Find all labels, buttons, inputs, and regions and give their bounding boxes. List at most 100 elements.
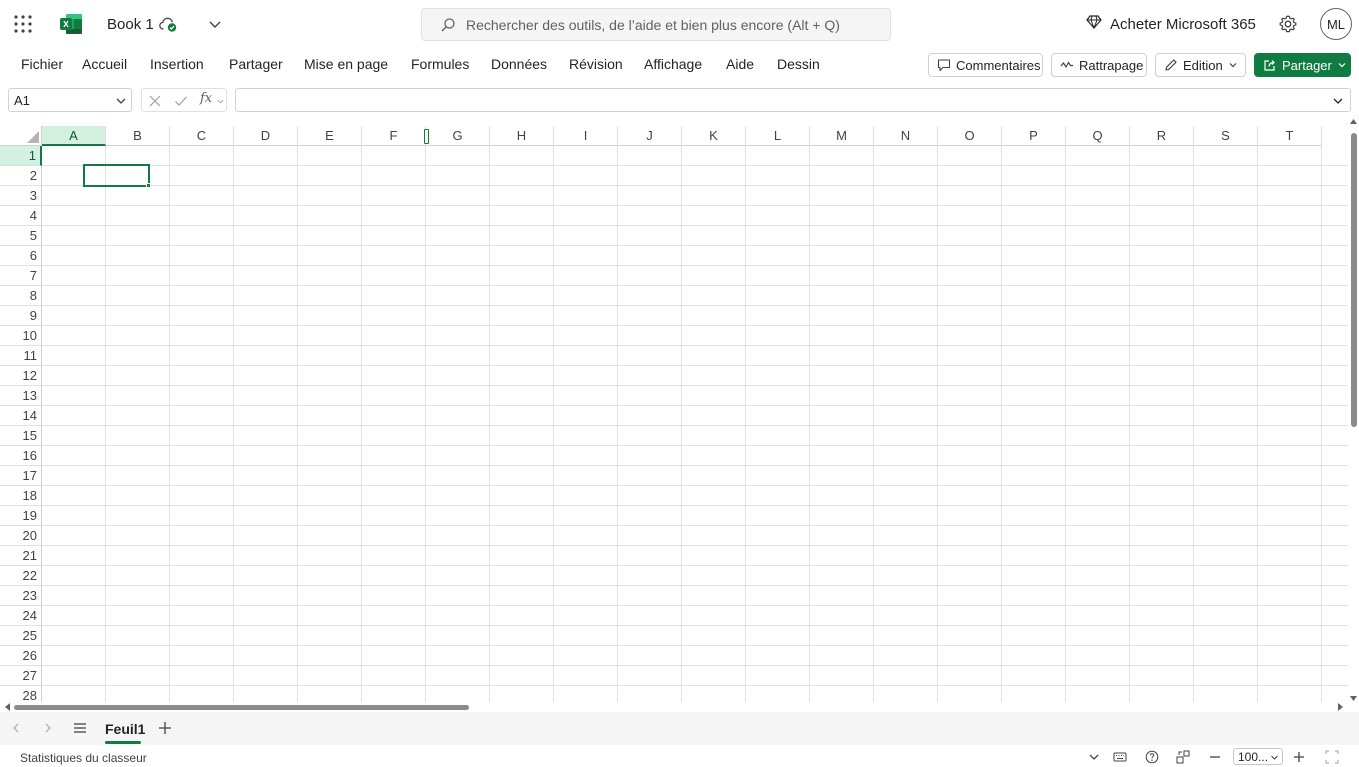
row-header-26[interactable]: 26 [0, 646, 42, 666]
menu-insertion[interactable]: Insertion [150, 56, 204, 72]
column-header-k[interactable]: K [682, 126, 746, 146]
row-header-15[interactable]: 15 [0, 426, 42, 446]
column-header-a[interactable]: A [42, 126, 106, 146]
row-header-23[interactable]: 23 [0, 586, 42, 606]
row-header-9[interactable]: 9 [0, 306, 42, 326]
zoom-in-icon[interactable] [1292, 750, 1306, 764]
comments-button[interactable]: Commentaires [928, 53, 1043, 77]
menu-partager[interactable]: Partager [229, 56, 283, 72]
row-header-13[interactable]: 13 [0, 386, 42, 406]
column-header-c[interactable]: C [170, 126, 234, 146]
row-header-10[interactable]: 10 [0, 326, 42, 346]
horizontal-scroll-thumb[interactable] [14, 705, 469, 710]
row-header-6[interactable]: 6 [0, 246, 42, 266]
column-header-t[interactable]: T [1258, 126, 1322, 146]
fullscreen-icon[interactable] [1325, 750, 1339, 764]
active-cell[interactable] [83, 164, 150, 187]
share-button[interactable]: Partager [1254, 53, 1351, 77]
column-header-r[interactable]: R [1130, 126, 1194, 146]
column-header-f[interactable]: F [362, 126, 426, 146]
column-header-b[interactable]: B [106, 126, 170, 146]
column-header-d[interactable]: D [234, 126, 298, 146]
scroll-left-icon[interactable] [4, 703, 11, 711]
column-header-p[interactable]: P [1002, 126, 1066, 146]
row-header-5[interactable]: 5 [0, 226, 42, 246]
cloud-saved-icon[interactable] [158, 14, 178, 34]
row-header-16[interactable]: 16 [0, 446, 42, 466]
column-header-i[interactable]: I [554, 126, 618, 146]
sheet-tab-feuil1[interactable]: Feuil1 [96, 712, 150, 745]
row-header-19[interactable]: 19 [0, 506, 42, 526]
chevron-down-icon[interactable] [207, 16, 223, 32]
horizontal-scrollbar[interactable] [0, 702, 1348, 712]
name-box[interactable]: A1 [8, 88, 132, 112]
app-launcher-icon[interactable] [14, 15, 32, 33]
row-header-1[interactable]: 1 [0, 146, 42, 166]
help-icon[interactable] [1145, 750, 1159, 764]
row-header-27[interactable]: 27 [0, 666, 42, 686]
row-header-24[interactable]: 24 [0, 606, 42, 626]
row-header-4[interactable]: 4 [0, 206, 42, 226]
row-header-12[interactable]: 12 [0, 366, 42, 386]
chevron-down-icon[interactable] [1332, 95, 1344, 107]
menu-dessin[interactable]: Dessin [777, 56, 820, 72]
column-header-h[interactable]: H [490, 126, 554, 146]
select-all-button[interactable] [0, 126, 42, 146]
chevron-down-icon[interactable] [1087, 750, 1101, 764]
row-header-17[interactable]: 17 [0, 466, 42, 486]
menu-donnees[interactable]: Données [491, 56, 547, 72]
column-header-s[interactable]: S [1194, 126, 1258, 146]
chevron-down-icon[interactable] [217, 98, 224, 105]
vertical-scroll-thumb[interactable] [1351, 133, 1357, 427]
column-header-g[interactable]: G [426, 126, 490, 146]
column-resize-handle[interactable] [424, 129, 429, 144]
menu-formules[interactable]: Formules [411, 56, 469, 72]
column-header-q[interactable]: Q [1066, 126, 1130, 146]
view-settings-icon[interactable] [1176, 750, 1190, 764]
scroll-down-icon[interactable] [1350, 695, 1357, 702]
keyboard-icon[interactable] [1113, 750, 1127, 764]
column-header-e[interactable]: E [298, 126, 362, 146]
formula-input[interactable] [235, 88, 1351, 112]
menu-accueil[interactable]: Accueil [82, 56, 127, 72]
row-header-28[interactable]: 28 [0, 686, 42, 702]
gear-icon[interactable] [1278, 14, 1298, 34]
row-header-22[interactable]: 22 [0, 566, 42, 586]
insert-function-icon[interactable]: fx [200, 91, 212, 106]
menu-mise-en-page[interactable]: Mise en page [304, 56, 388, 72]
all-sheets-menu-icon[interactable] [73, 722, 87, 734]
workbook-statistics-button[interactable]: Statistiques du classeur [20, 751, 147, 765]
row-header-3[interactable]: 3 [0, 186, 42, 206]
search-input[interactable] [466, 10, 876, 39]
row-header-25[interactable]: 25 [0, 626, 42, 646]
row-header-8[interactable]: 8 [0, 286, 42, 306]
row-header-20[interactable]: 20 [0, 526, 42, 546]
zoom-out-icon[interactable] [1208, 750, 1222, 764]
chevron-right-icon[interactable] [42, 722, 54, 734]
chevron-left-icon[interactable] [10, 722, 22, 734]
catchup-button[interactable]: Rattrapage [1051, 53, 1147, 77]
row-header-11[interactable]: 11 [0, 346, 42, 366]
row-header-18[interactable]: 18 [0, 486, 42, 506]
vertical-scrollbar[interactable] [1348, 118, 1359, 702]
column-header-m[interactable]: M [810, 126, 874, 146]
buy-microsoft-365-button[interactable]: Acheter Microsoft 365 [1086, 13, 1256, 35]
checkmark-icon[interactable] [174, 94, 188, 108]
column-header-o[interactable]: O [938, 126, 1002, 146]
fill-handle[interactable] [146, 183, 151, 188]
avatar[interactable]: ML [1320, 8, 1352, 40]
column-header-n[interactable]: N [874, 126, 938, 146]
chevron-down-icon[interactable] [115, 95, 127, 107]
zoom-level-dropdown[interactable]: 100... [1233, 748, 1283, 765]
menu-fichier[interactable]: Fichier [21, 56, 63, 72]
column-header-l[interactable]: L [746, 126, 810, 146]
row-header-21[interactable]: 21 [0, 546, 42, 566]
scroll-up-icon[interactable] [1350, 118, 1357, 125]
excel-logo-icon[interactable] [60, 13, 83, 35]
row-header-7[interactable]: 7 [0, 266, 42, 286]
row-header-14[interactable]: 14 [0, 406, 42, 426]
cancel-icon[interactable] [148, 94, 162, 108]
document-title[interactable]: Book 1 [107, 16, 154, 33]
row-header-2[interactable]: 2 [0, 166, 42, 186]
scroll-right-icon[interactable] [1337, 703, 1344, 711]
